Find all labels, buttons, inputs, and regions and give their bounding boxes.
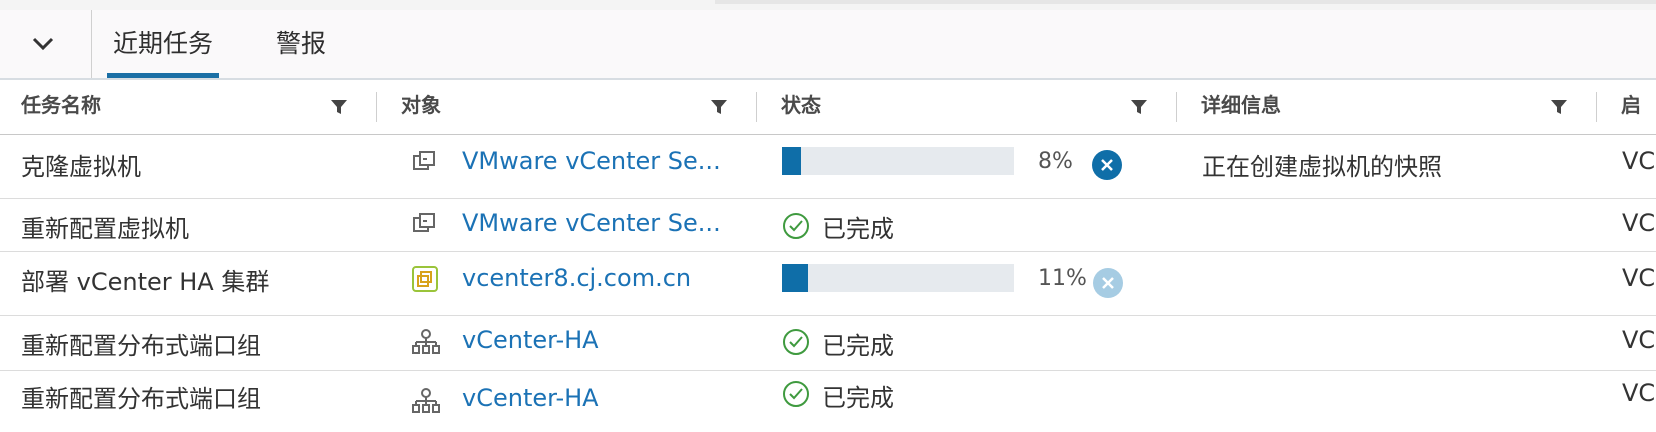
status-text: 已完成 bbox=[822, 384, 894, 412]
column-divider[interactable] bbox=[376, 92, 377, 122]
progress-bar bbox=[782, 264, 1014, 292]
object-link[interactable]: vcenter8.cj.com.cn bbox=[462, 264, 691, 292]
start-time: VC bbox=[1622, 147, 1656, 175]
task-name: 部署 vCenter HA 集群 bbox=[21, 268, 270, 296]
column-title: 对象 bbox=[401, 93, 441, 117]
object-link[interactable]: vCenter-HA bbox=[462, 326, 599, 354]
column-header-details[interactable]: 详细信息 bbox=[1180, 80, 1597, 134]
progress-percent: 8% bbox=[1038, 149, 1073, 174]
vm-icon bbox=[413, 151, 435, 170]
column-title: 详细信息 bbox=[1201, 93, 1281, 117]
column-header-start[interactable]: 启动 bbox=[1600, 80, 1656, 134]
object-link[interactable]: VMware vCenter Se... bbox=[462, 147, 721, 175]
progress-fill bbox=[782, 264, 808, 292]
collapse-button[interactable] bbox=[20, 24, 66, 64]
column-header-task-name[interactable]: 任务名称 bbox=[0, 80, 377, 134]
column-title: 状态 bbox=[781, 93, 821, 117]
column-divider[interactable] bbox=[1176, 92, 1177, 122]
task-details: 正在创建虚拟机的快照 bbox=[1202, 153, 1442, 181]
close-icon bbox=[1101, 159, 1113, 171]
progress-bar bbox=[782, 147, 1014, 175]
object-link[interactable]: vCenter-HA bbox=[462, 384, 599, 412]
status-text: 已完成 bbox=[822, 332, 894, 360]
table-row[interactable]: 重新配置虚拟机 VMware vCenter Se... 已完成 VC bbox=[0, 199, 1656, 252]
top-strip-segment bbox=[715, 0, 1656, 4]
task-name: 克隆虚拟机 bbox=[21, 153, 141, 181]
table-row[interactable]: 克隆虚拟机 VMware vCenter Se... 8% 正在创建虚拟机的快照… bbox=[0, 135, 1656, 199]
chevron-down-icon bbox=[32, 37, 54, 51]
close-icon bbox=[1102, 277, 1114, 289]
check-circle-icon bbox=[783, 381, 809, 407]
check-circle-icon bbox=[783, 213, 809, 239]
column-title: 任务名称 bbox=[21, 93, 101, 117]
tab-divider bbox=[91, 10, 92, 78]
filter-icon[interactable] bbox=[710, 98, 728, 116]
column-divider[interactable] bbox=[756, 92, 757, 122]
status-text: 已完成 bbox=[822, 215, 894, 243]
column-header-object[interactable]: 对象 bbox=[380, 80, 757, 134]
object-link[interactable]: VMware vCenter Se... bbox=[462, 209, 721, 237]
cancel-task-button[interactable] bbox=[1093, 268, 1123, 298]
cancel-task-button[interactable] bbox=[1092, 150, 1122, 180]
task-name: 重新配置分布式端口组 bbox=[21, 332, 261, 360]
task-name: 重新配置虚拟机 bbox=[21, 215, 189, 243]
start-time: VC bbox=[1622, 326, 1656, 354]
task-name: 重新配置分布式端口组 bbox=[21, 385, 261, 413]
column-divider[interactable] bbox=[1596, 92, 1597, 122]
start-time: VC bbox=[1622, 379, 1656, 407]
vm-icon bbox=[413, 213, 435, 232]
tab-recent-tasks[interactable]: 近期任务 bbox=[107, 10, 220, 78]
column-header-status[interactable]: 状态 bbox=[760, 80, 1177, 134]
start-time: VC bbox=[1622, 264, 1656, 292]
filter-icon[interactable] bbox=[330, 98, 348, 116]
filter-icon[interactable] bbox=[1550, 98, 1568, 116]
column-title: 启动 bbox=[1621, 93, 1641, 117]
top-strip bbox=[0, 0, 1656, 10]
progress-percent: 11% bbox=[1038, 266, 1087, 291]
table-header: 任务名称 对象 状态 详细信息 启动 bbox=[0, 80, 1656, 135]
port-group-icon bbox=[412, 388, 440, 413]
tab-alarms[interactable]: 警报 bbox=[270, 10, 332, 78]
port-group-icon bbox=[412, 329, 440, 354]
tab-bar: 近期任务 警报 bbox=[0, 10, 1656, 80]
progress-fill bbox=[782, 147, 801, 175]
table-row[interactable]: 重新配置分布式端口组 vCenter-HA 已完成 VC bbox=[0, 371, 1656, 432]
table-row[interactable]: 部署 vCenter HA 集群 vcenter8.cj.com.cn 11% … bbox=[0, 252, 1656, 316]
table-row[interactable]: 重新配置分布式端口组 vCenter-HA 已完成 VC bbox=[0, 316, 1656, 371]
start-time: VC bbox=[1622, 209, 1656, 237]
filter-icon[interactable] bbox=[1130, 98, 1148, 116]
vcenter-icon bbox=[412, 266, 438, 292]
check-circle-icon bbox=[783, 329, 809, 355]
